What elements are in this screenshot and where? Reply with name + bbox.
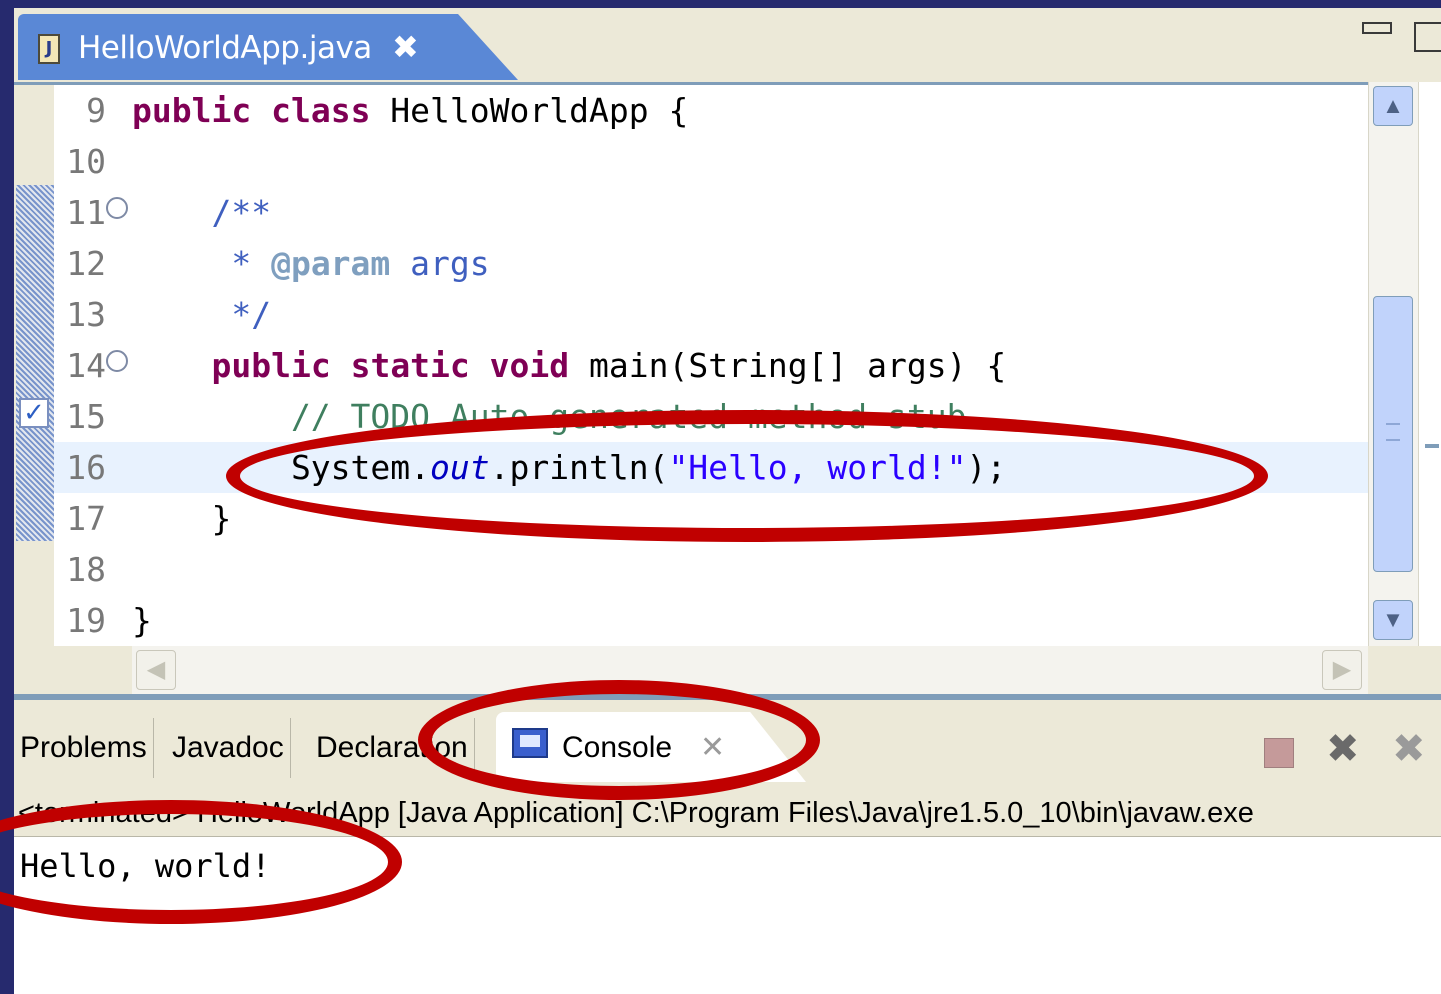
horizontal-scrollbar[interactable]: ◀ ▶ [132, 646, 1368, 694]
code-token: out [430, 448, 490, 487]
overview-ruler-mark[interactable] [1425, 444, 1439, 448]
remove-launch-button[interactable]: ✖ [1326, 726, 1360, 772]
java-editor: J HelloWorldApp.java ✖ ✓ 9 public class H… [14, 8, 1441, 694]
code-token: */ [132, 295, 272, 334]
code-token: } [132, 601, 152, 640]
tab-declaration[interactable]: Declaration [310, 718, 475, 778]
code-token: ); [966, 448, 1007, 487]
code-token: static [350, 346, 470, 385]
scroll-down-icon[interactable]: ▼ [1373, 600, 1413, 640]
overview-ruler[interactable] [1418, 82, 1441, 646]
code-text: // TODO Auto-generated method stub [132, 391, 967, 442]
code-token: @param [271, 244, 391, 283]
code-line[interactable]: 14 public static void main(String[] args… [54, 340, 1368, 391]
scroll-right-icon[interactable]: ▶ [1322, 650, 1362, 690]
terminate-button[interactable] [1264, 738, 1294, 768]
close-icon[interactable]: ✕ [700, 718, 725, 778]
code-text: * @param args [132, 238, 490, 289]
task-marker-icon[interactable]: ✓ [19, 398, 49, 428]
code-line[interactable]: 13 */ [54, 289, 1368, 340]
code-token: .println( [489, 448, 669, 487]
code-line[interactable]: 19} [54, 595, 1368, 646]
line-number: 17 [66, 499, 106, 538]
code-text: System.out.println("Hello, world!"); [132, 442, 1006, 493]
code-token: } [132, 499, 232, 538]
line-number: 19 [66, 601, 106, 640]
minimize-icon[interactable] [1362, 22, 1392, 34]
maximize-icon[interactable] [1414, 22, 1441, 52]
line-number: 16 [66, 448, 106, 487]
console-output[interactable]: Hello, world! [14, 836, 1441, 994]
console-icon [512, 728, 548, 758]
code-line[interactable]: 18 [54, 544, 1368, 595]
code-area[interactable]: ✓ 9 public class HelloWorldApp {10 11 /** 1… [14, 82, 1368, 646]
remove-all-terminated-button[interactable]: ✖ [1392, 726, 1426, 772]
code-token: public [211, 346, 331, 385]
line-number: 13 [66, 295, 106, 334]
console-output-text: Hello, world! [20, 847, 271, 885]
code-line[interactable]: 11 /** [54, 187, 1368, 238]
quick-diff-marker [16, 185, 54, 541]
code-text: public class HelloWorldApp { [132, 85, 688, 136]
scroll-left-icon[interactable]: ◀ [136, 650, 176, 690]
line-number: 11 [66, 193, 106, 232]
tab-javadoc[interactable]: Javadoc [166, 718, 291, 778]
tab-console[interactable]: Console ✕ [496, 712, 806, 782]
line-number: 12 [66, 244, 106, 283]
code-line[interactable]: 9 public class HelloWorldApp { [54, 85, 1368, 136]
code-text: /** [132, 187, 271, 238]
code-line[interactable]: 16 System.out.println("Hello, world!"); [54, 442, 1368, 493]
code-token: HelloWorldApp { [370, 91, 689, 130]
panel-tabbar: Problems Javadoc Declaration Console ✕ ✖… [14, 712, 1441, 782]
vertical-scroll-thumb[interactable] [1373, 296, 1413, 572]
code-token: main(String[] args) { [569, 346, 1007, 385]
code-token: // TODO Auto-generated method stub [132, 397, 967, 436]
scroll-grip-icon [1386, 423, 1400, 441]
editor-tabbar: J HelloWorldApp.java ✖ [14, 8, 1441, 82]
code-token: class [271, 91, 371, 130]
editor-tab-helloworldapp[interactable]: J HelloWorldApp.java ✖ [18, 14, 518, 80]
close-icon[interactable]: ✖ [392, 28, 419, 66]
line-number: 14 [66, 346, 106, 385]
vertical-scrollbar[interactable]: ▲ ▼ [1368, 82, 1419, 646]
code-text: } [132, 493, 231, 544]
bottom-panel: Problems Javadoc Declaration Console ✕ ✖… [14, 694, 1441, 994]
fold-toggle-icon[interactable] [106, 197, 128, 219]
tab-console-label: Console [562, 731, 673, 764]
code-token: public [132, 91, 252, 130]
code-token: args [390, 244, 490, 283]
code-line[interactable]: 10 [54, 136, 1368, 187]
code-line[interactable]: 15 // TODO Auto-generated method stub [54, 391, 1368, 442]
code-token: * [132, 244, 272, 283]
scroll-up-icon[interactable]: ▲ [1373, 86, 1413, 126]
code-text: */ [132, 289, 271, 340]
java-file-icon: J [38, 34, 60, 64]
code-token: System. [132, 448, 431, 487]
console-process-label: <terminated> HelloWorldApp [Java Applica… [14, 790, 1441, 836]
window-frame-left [0, 0, 14, 987]
line-number: 10 [66, 142, 106, 181]
fold-toggle-icon[interactable] [106, 350, 128, 372]
code-text: } [132, 595, 152, 646]
line-number: 9 [86, 91, 106, 130]
code-token: /** [132, 193, 272, 232]
window-frame-top [0, 0, 1441, 8]
line-number: 15 [66, 397, 106, 436]
code-text: public static void main(String[] args) { [132, 340, 1006, 391]
tab-problems[interactable]: Problems [14, 718, 154, 778]
code-line[interactable]: 12 * @param args [54, 238, 1368, 289]
code-token: void [489, 346, 570, 385]
line-number: 18 [66, 550, 106, 589]
editor-tab-title: HelloWorldApp.java [78, 30, 372, 66]
code-line[interactable]: 17 } [54, 493, 1368, 544]
code-token: "Hello, world!" [668, 448, 967, 487]
